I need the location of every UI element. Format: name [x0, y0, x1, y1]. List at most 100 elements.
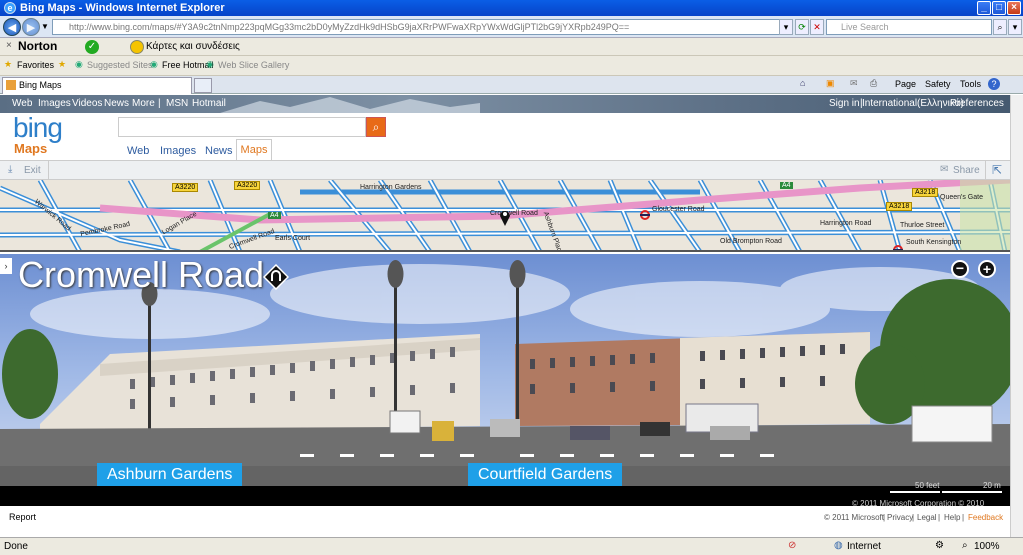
favorites-star-icon: ★ — [4, 59, 13, 69]
tab-bar: Bing Maps ⌂ ▣ ✉ ⎙ Page Safety Tools ? — [0, 76, 1023, 94]
nearby-street-label[interactable]: Ashburn Gardens — [97, 463, 243, 486]
status-bar: Done ⊘ ◍ Internet ⚙ ⌕ 100% — [0, 537, 1023, 555]
nav-more[interactable]: More — [132, 98, 155, 109]
streetside-panorama[interactable]: Cromwell Road − + › Ashburn Gardens Cour… — [0, 254, 1010, 486]
address-bar: ◀ ▶ ▼ http://www.bing.com/maps/#Y3A9c2tn… — [0, 16, 1023, 38]
print-icon[interactable]: ⎙ — [870, 78, 877, 89]
bing-favicon-icon — [6, 80, 16, 90]
protected-mode-icon: ⊘ — [788, 540, 797, 551]
url-input[interactable]: http://www.bing.com/maps/#Y3A9c2tnNmp223… — [52, 19, 792, 35]
footer-sep: | — [962, 513, 965, 522]
vertical-scrollbar[interactable] — [1010, 95, 1023, 537]
map-view[interactable]: Warwick Road Pembroke Road Logan Place C… — [0, 180, 1010, 252]
norton-toolbar: × Norton ✓ Κάρτες και συνδέσεις — [0, 38, 1023, 56]
tab-news[interactable]: News — [205, 145, 233, 157]
url-dropdown-icon[interactable]: ▾ — [779, 19, 793, 35]
norton-menu[interactable]: Norton — [18, 39, 57, 53]
help-icon[interactable]: ? — [988, 78, 1000, 90]
bing-maps-page: Web Images Videos News More | MSN Hotmai… — [0, 95, 1010, 526]
street-label: Queen's Gate — [940, 194, 983, 201]
scale-bar-meters — [942, 491, 1002, 493]
ie-icon: e — [4, 2, 16, 14]
nav-web[interactable]: Web — [12, 98, 32, 109]
road-badge: A3218 — [886, 202, 913, 211]
help-link[interactable]: Help — [944, 513, 960, 522]
footer-copyright: © 2011 Microsoft — [824, 513, 884, 522]
globe-icon: ◍ — [834, 540, 843, 551]
web-slice-gallery-link[interactable]: Web Slice Gallery — [218, 60, 289, 70]
bing-logo[interactable]: bing — [13, 112, 63, 144]
nav-news[interactable]: News — [104, 98, 129, 109]
history-dropdown-icon[interactable]: ▼ — [41, 22, 49, 31]
toolbar-divider — [48, 161, 49, 179]
street-label: Harrington Gardens — [360, 184, 422, 191]
zoom-level[interactable]: 100% — [974, 541, 1000, 552]
live-search-input[interactable]: Live Search — [826, 19, 992, 35]
tab-bing-maps[interactable]: Bing Maps — [2, 77, 192, 94]
preferences-link[interactable]: Preferences — [950, 98, 1004, 109]
suggested-sites-icon: ◉ — [75, 59, 83, 69]
privacy-link[interactable]: Privacy — [887, 513, 913, 522]
sign-in-link[interactable]: Sign in — [829, 98, 860, 109]
close-toolbar-icon[interactable]: × — [6, 40, 12, 51]
footer-sep: | — [883, 513, 886, 522]
add-favorite-icon[interactable]: ★ — [58, 59, 66, 70]
search-icon[interactable]: ⌕ — [993, 19, 1007, 35]
legal-link[interactable]: Legal — [917, 513, 937, 522]
norton-check-icon[interactable]: ✓ — [85, 40, 99, 54]
security-icon[interactable]: ⚙ — [935, 540, 944, 551]
exit-button[interactable]: Exit — [24, 165, 41, 176]
maps-toolbar: ⤓ Exit ✉ Share ⇱ — [0, 160, 1010, 180]
share-button[interactable]: Share — [953, 165, 980, 176]
tools-menu[interactable]: Tools — [960, 79, 981, 89]
tab-web[interactable]: Web — [127, 145, 149, 157]
compass-icon[interactable] — [263, 264, 289, 290]
zoom-in-icon[interactable]: + — [978, 260, 996, 278]
mountains-decoration — [220, 97, 480, 113]
cards-menu[interactable]: Κάρτες και συνδέσεις — [146, 41, 240, 52]
nav-images[interactable]: Images — [38, 98, 71, 109]
exit-icon[interactable]: ⤓ — [8, 164, 12, 175]
nav-msn[interactable]: MSN — [166, 98, 188, 109]
zoom-icon[interactable]: ⌕ — [962, 540, 968, 551]
forward-arrow-icon[interactable]: ▶ — [22, 18, 40, 36]
nav-videos[interactable]: Videos — [72, 98, 102, 109]
suggested-sites-link[interactable]: Suggested Sites — [87, 60, 153, 70]
report-link[interactable]: Report — [9, 512, 36, 522]
refresh-icon[interactable]: ⟳ — [795, 19, 809, 35]
expand-panel-icon[interactable]: › — [0, 258, 12, 274]
underground-icon — [640, 210, 650, 220]
footer-sep: | — [938, 513, 941, 522]
maximize-button[interactable]: □ — [992, 1, 1006, 15]
bing-search-input[interactable] — [118, 117, 366, 137]
street-label: Gloucester Road — [652, 206, 705, 213]
nearby-street-label[interactable]: Courtfield Gardens — [468, 463, 623, 486]
back-arrow-icon[interactable]: ◀ — [3, 18, 21, 36]
search-icon[interactable]: ⌕ — [366, 117, 386, 137]
tab-images[interactable]: Images — [160, 145, 196, 157]
toolbar-divider-2 — [985, 161, 986, 179]
search-options-icon[interactable]: ▾ — [1008, 19, 1022, 35]
close-window-button[interactable]: × — [1007, 1, 1021, 15]
mail-icon[interactable]: ✉ — [850, 78, 858, 89]
new-tab-button[interactable] — [194, 78, 212, 93]
scale-bar-feet — [890, 491, 940, 493]
window-title: Bing Maps - Windows Internet Explorer — [20, 2, 225, 14]
expand-icon[interactable]: ⇱ — [992, 163, 1002, 177]
street-label: South Kensington — [906, 239, 962, 246]
feedback-link[interactable]: Feedback — [968, 513, 1003, 522]
home-icon[interactable]: ⌂ — [800, 78, 805, 88]
underground-icon-2 — [893, 245, 903, 250]
page-menu[interactable]: Page — [895, 79, 916, 89]
feeds-icon[interactable]: ▣ — [826, 78, 835, 89]
safety-menu[interactable]: Safety — [925, 79, 951, 89]
location-pin-icon[interactable] — [498, 207, 512, 227]
zoom-out-icon[interactable]: − — [951, 260, 969, 278]
tab-maps[interactable]: Maps — [236, 139, 272, 161]
international-link[interactable]: International(Ελληνικά) — [862, 98, 964, 109]
favorites-button[interactable]: Favorites — [17, 60, 54, 70]
street-label: Thurloe Street — [900, 222, 945, 229]
road-badge: A3220 — [234, 181, 261, 190]
stop-icon[interactable]: ✕ — [810, 19, 824, 35]
minimize-button[interactable]: _ — [977, 1, 991, 15]
